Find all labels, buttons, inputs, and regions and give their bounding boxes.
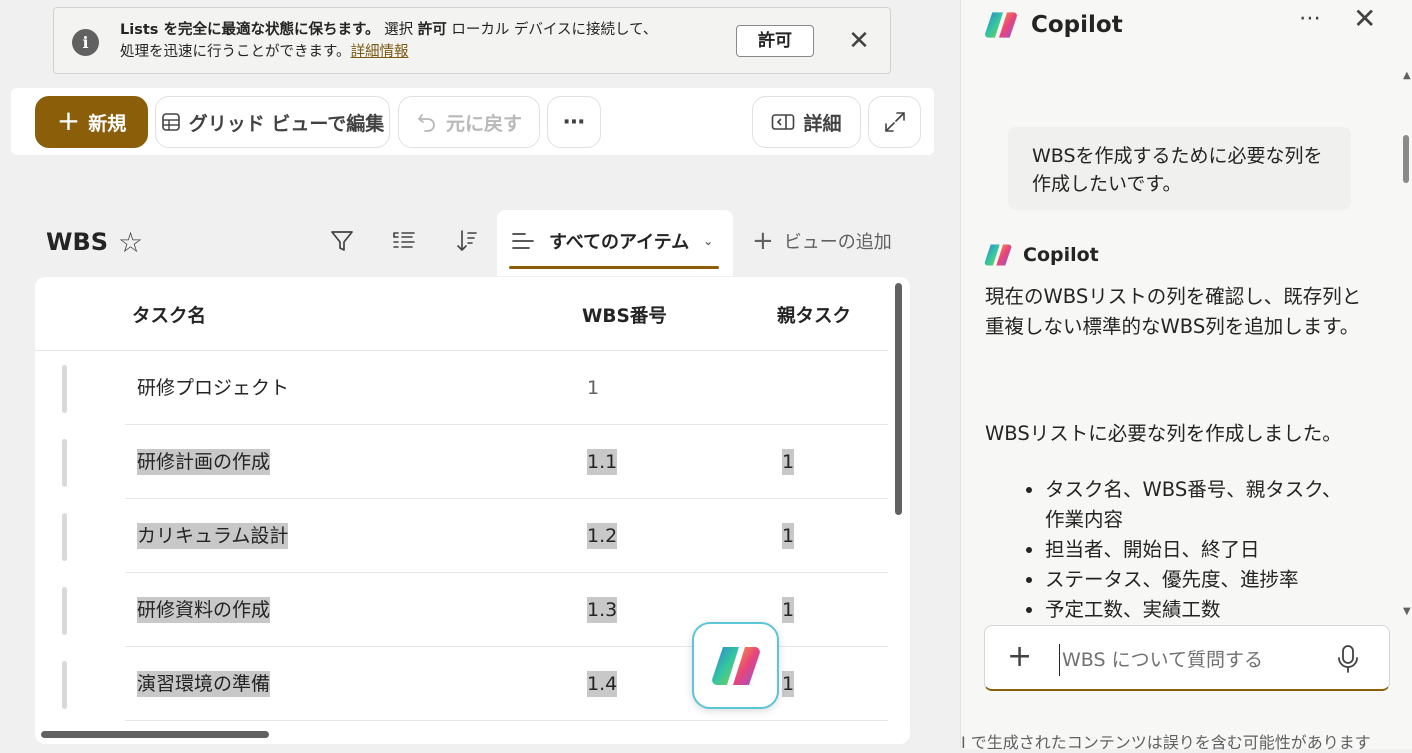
list-item: ステータス、優先度、進捗率 bbox=[1045, 565, 1351, 595]
details-button[interactable]: 詳細 bbox=[752, 96, 861, 148]
row-selector[interactable] bbox=[62, 513, 67, 561]
table-row[interactable]: 研修計画の作成 1.1 1 bbox=[35, 425, 888, 499]
chat-scrollbar[interactable] bbox=[1403, 135, 1409, 183]
scroll-down-arrow-icon[interactable]: ▼ bbox=[1403, 606, 1411, 617]
banner-text-line2: 処理を迅速に行うことができます。 bbox=[120, 44, 351, 60]
plus-icon: + bbox=[752, 226, 774, 256]
column-header-task-name[interactable]: タスク名 bbox=[132, 302, 206, 328]
banner-bold: Lists を完全に最適な状態に保ちます。 bbox=[120, 22, 380, 38]
new-button-label: 新規 bbox=[88, 112, 127, 135]
filter-icon[interactable] bbox=[329, 228, 355, 254]
row-selector[interactable] bbox=[62, 365, 67, 413]
copilot-logo-icon bbox=[984, 244, 1012, 266]
cell-task-name: カリキュラム設計 bbox=[137, 523, 289, 549]
view-list-icon bbox=[512, 233, 534, 249]
chat-input-box: + bbox=[984, 625, 1390, 691]
grid-edit-button[interactable]: グリッド ビューで編集 bbox=[155, 96, 390, 148]
cell-parent-task: 1 bbox=[782, 523, 795, 549]
copilot-close-icon[interactable]: ✕ bbox=[1353, 2, 1376, 35]
table-row[interactable]: カリキュラム設計 1.2 1 bbox=[35, 499, 888, 573]
row-selector[interactable] bbox=[62, 661, 67, 709]
row-divider bbox=[125, 720, 888, 721]
details-pane-icon bbox=[772, 114, 795, 130]
command-bar: + 新規 グリッド ビューで編集 元に戻す ⋯ 詳細 bbox=[11, 88, 934, 155]
list-item: 予定工数、実績工数 bbox=[1045, 595, 1351, 625]
table-row[interactable]: 研修プロジェクト 1 bbox=[35, 351, 888, 425]
cell-wbs-number: 1.1 bbox=[587, 449, 618, 475]
add-view-button[interactable]: + ビューの追加 bbox=[752, 228, 892, 254]
assistant-reply-1: 現在のWBSリストの列を確認し、既存列と重複しない標準的なWBS列を追加します。 bbox=[985, 285, 1362, 338]
copilot-button[interactable] bbox=[692, 622, 779, 709]
assistant-reply-2: WBSリストに必要な列を作成しました。 bbox=[985, 422, 1342, 445]
cell-parent-task: 1 bbox=[782, 671, 795, 697]
banner-close-icon[interactable]: ✕ bbox=[844, 26, 874, 56]
undo-icon bbox=[418, 114, 435, 132]
cell-wbs-number: 1.3 bbox=[587, 597, 618, 623]
undo-button[interactable]: 元に戻す bbox=[398, 96, 540, 148]
ai-disclaimer: I で生成されたコンテンツは誤りを含む可能性があります bbox=[961, 733, 1371, 752]
undo-label: 元に戻す bbox=[445, 112, 522, 135]
banner-message: Lists を完全に最適な状態に保ちます。 選択 許可 ローカル デバイスに接続… bbox=[120, 19, 720, 63]
column-header-wbs-number[interactable]: WBS番号 bbox=[582, 302, 667, 328]
assistant-header: Copilot bbox=[983, 240, 1099, 270]
cell-task-name: 研修資料の作成 bbox=[137, 597, 271, 623]
cell-wbs-number: 1.2 bbox=[587, 523, 618, 549]
copilot-header: Copilot bbox=[983, 5, 1123, 45]
row-selector[interactable] bbox=[62, 439, 67, 487]
cell-task-name: 演習環境の準備 bbox=[137, 671, 271, 697]
info-icon: i bbox=[72, 29, 99, 56]
user-message: WBSを作成するために必要な列を作成したいです。 bbox=[1008, 127, 1351, 210]
banner-text-a: 選択 bbox=[379, 22, 418, 38]
row-selector[interactable] bbox=[62, 587, 67, 635]
add-view-label: ビューの追加 bbox=[783, 232, 892, 253]
list-title: WBS bbox=[46, 228, 109, 256]
list-item: 担当者、開始日、終了日 bbox=[1045, 535, 1351, 565]
assistant-bullet-list: タスク名、WBS番号、親タスク、作業内容 担当者、開始日、終了日 ステータス、優… bbox=[1001, 475, 1351, 625]
copilot-logo-icon bbox=[711, 646, 760, 685]
group-by-icon[interactable] bbox=[391, 228, 417, 254]
chat-input[interactable] bbox=[1059, 644, 1294, 676]
chevron-down-icon: ⌄ bbox=[703, 234, 714, 248]
expand-button[interactable] bbox=[868, 96, 921, 148]
grid-icon bbox=[161, 113, 180, 131]
cell-task-name: 研修計画の作成 bbox=[137, 449, 271, 475]
learn-more-link[interactable]: 詳細情報 bbox=[351, 44, 409, 60]
sort-icon[interactable] bbox=[453, 228, 479, 254]
assistant-name: Copilot bbox=[1023, 244, 1099, 266]
banner-allow-word: 許可 bbox=[417, 22, 447, 38]
sync-banner: i Lists を完全に最適な状態に保ちます。 選択 許可 ローカル デバイスに… bbox=[53, 7, 891, 74]
list-item: タスク名、WBS番号、親タスク、作業内容 bbox=[1045, 475, 1351, 535]
microphone-icon[interactable] bbox=[1337, 644, 1359, 674]
more-options-button[interactable]: ⋯ bbox=[547, 96, 601, 148]
vertical-scrollbar[interactable] bbox=[895, 283, 902, 515]
cell-parent-task: 1 bbox=[782, 449, 795, 475]
cell-parent-task: 1 bbox=[782, 597, 795, 623]
copilot-panel: Copilot ⋯ ✕ ▲ ▼ WBSを作成するために必要な列を作成したいです。… bbox=[960, 0, 1412, 752]
new-button[interactable]: + 新規 bbox=[35, 96, 148, 148]
horizontal-scrollbar[interactable] bbox=[41, 731, 269, 738]
view-tab-underline bbox=[509, 266, 719, 269]
expand-icon bbox=[884, 112, 905, 132]
cell-wbs-number: 1 bbox=[587, 377, 600, 399]
grid-edit-label: グリッド ビューで編集 bbox=[188, 112, 385, 135]
cell-wbs-number: 1.4 bbox=[587, 671, 618, 697]
attach-plus-icon[interactable]: + bbox=[1007, 640, 1032, 674]
view-selector-tab[interactable]: すべてのアイテム ⌄ bbox=[497, 210, 733, 276]
cell-task-name: 研修プロジェクト bbox=[137, 377, 290, 399]
allow-button[interactable]: 許可 bbox=[736, 25, 814, 57]
details-label: 詳細 bbox=[803, 112, 842, 135]
copilot-logo-icon bbox=[985, 12, 1017, 38]
column-header-parent-task[interactable]: 親タスク bbox=[777, 302, 851, 328]
copilot-title: Copilot bbox=[1031, 12, 1123, 38]
scroll-up-arrow-icon[interactable]: ▲ bbox=[1403, 70, 1411, 81]
banner-text-b: ローカル デバイスに接続して、 bbox=[446, 22, 658, 38]
plus-icon: + bbox=[56, 103, 81, 137]
copilot-more-icon[interactable]: ⋯ bbox=[1299, 6, 1321, 31]
view-name: すべてのアイテム bbox=[549, 232, 690, 253]
favorite-star-icon[interactable]: ☆ bbox=[118, 226, 143, 259]
list-app-pane: i Lists を完全に最適な状態に保ちます。 選択 許可 ローカル デバイスに… bbox=[0, 0, 960, 749]
